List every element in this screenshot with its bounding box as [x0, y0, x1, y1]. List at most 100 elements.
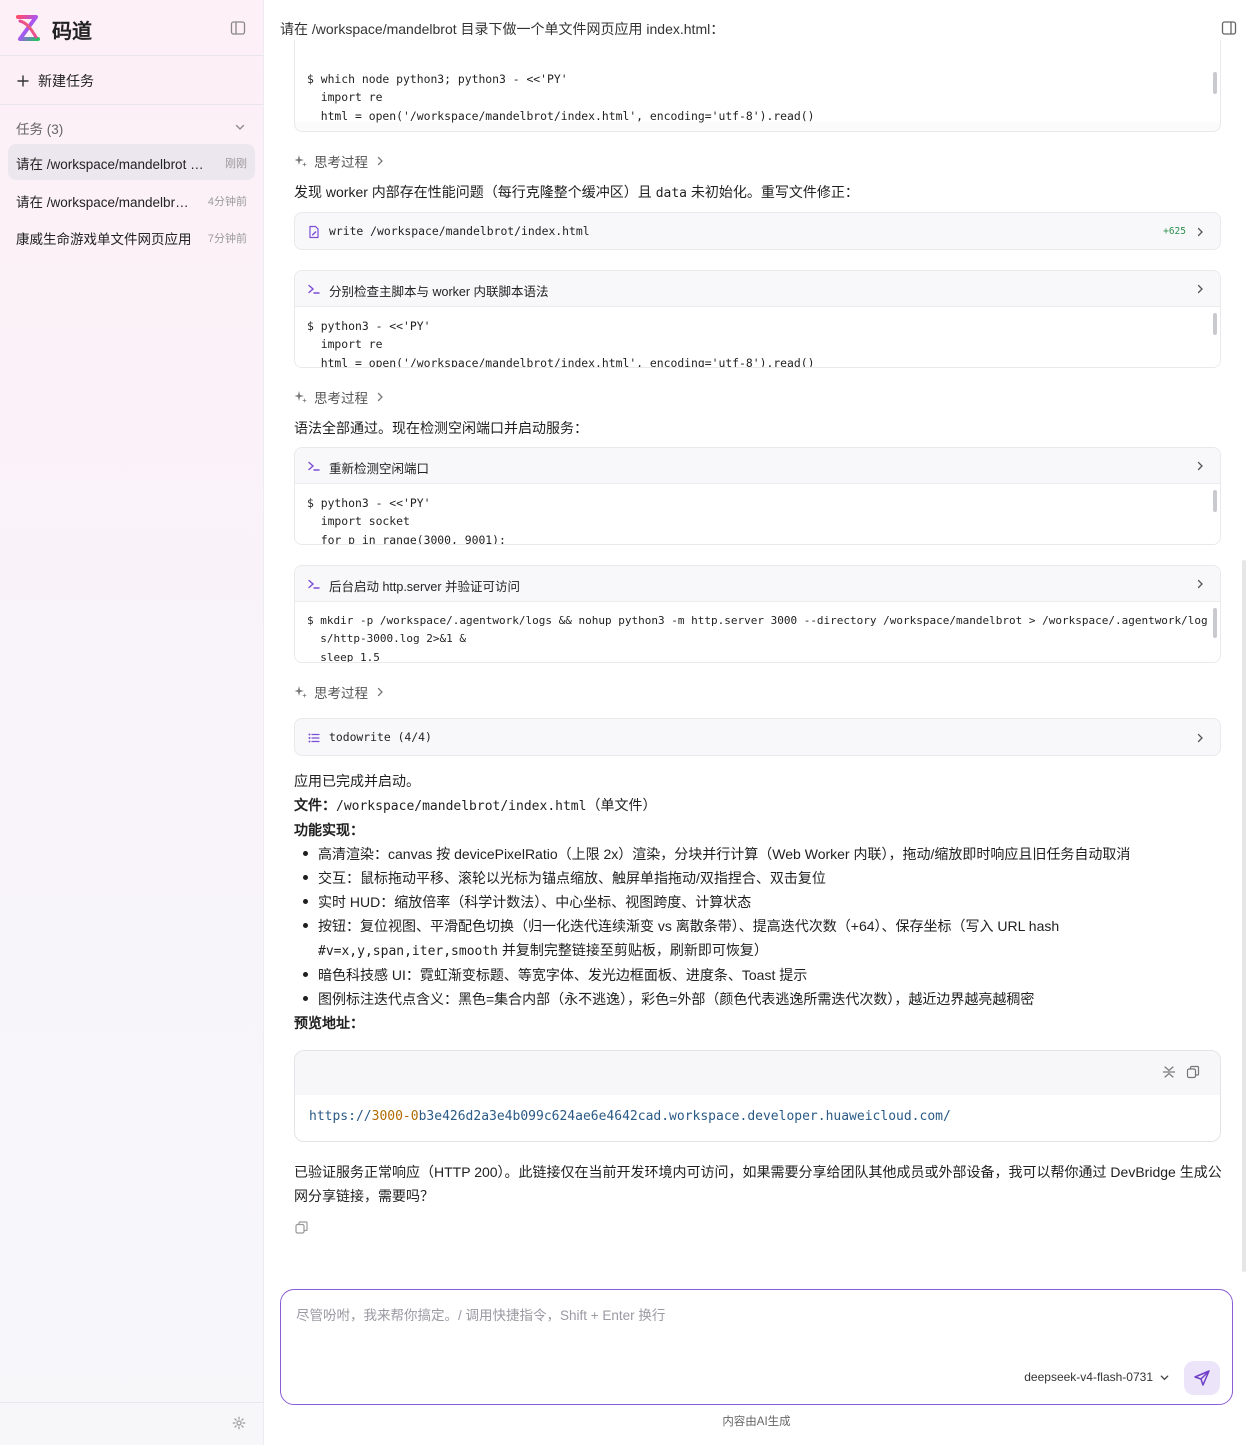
assistant-text: 语法全部通过。现在检测空闲端口并启动服务：	[294, 420, 588, 436]
task-title: 请在 /workspace/mandelbrot 目录下做一个单文件网页应用 i…	[16, 157, 206, 172]
summary-file: 文件：/workspace/mandelbrot/index.html（单文件）	[294, 797, 657, 814]
list-icon	[308, 733, 320, 743]
plus-icon	[17, 75, 29, 87]
chevron-right-icon	[1197, 461, 1203, 471]
sidebar-footer-divider	[0, 1402, 263, 1403]
new-task-button[interactable]: 新建任务	[16, 70, 94, 92]
gear-icon[interactable]	[232, 1416, 246, 1430]
thinking-toggle[interactable]: 思考过程	[294, 387, 386, 407]
write-file-label: write /workspace/mandelbrot/index.html	[329, 224, 590, 238]
chevron-right-icon	[377, 687, 383, 697]
tool-call-card: 重新检测空闲端口 $ python3 - <<'PY' import socke…	[294, 447, 1221, 545]
terminal-icon	[308, 579, 320, 589]
chevron-right-icon	[1197, 733, 1203, 743]
assistant-final-text: 已验证服务正常响应（HTTP 200）。此链接仅在当前开发环境内可访问，如果需要…	[294, 1164, 1222, 1204]
new-task-label: 新建任务	[38, 73, 94, 89]
assistant-text: 发现 worker 内部存在性能问题（每行克隆整个缓冲区）且 data 未初始化…	[294, 184, 859, 201]
panel-toggle-icon[interactable]	[1221, 20, 1237, 36]
feature-bullet: 暗色科技感 UI：霓虹渐变标题、等宽字体、发光边框面板、进度条、Toast 提示	[302, 967, 808, 983]
code-scrollbar[interactable]	[1213, 72, 1217, 94]
feature-bullet: 图例标注迭代点含义：黑色=集合内部（永不逃逸），彩色=外部（颜色代表逃逸所需迭代…	[302, 991, 1035, 1007]
ai-disclaimer: 内容由AI生成	[722, 1416, 791, 1428]
scrollbar[interactable]	[1242, 560, 1246, 1272]
sparkle-icon	[294, 391, 307, 403]
task-item[interactable]: 康威生命游戏单文件网页应用 7分钟前	[8, 219, 255, 255]
thinking-toggle[interactable]: 思考过程	[294, 151, 386, 171]
tool-call-header[interactable]: 重新检测空闲端口	[295, 448, 1220, 484]
thinking-label: 思考过程	[314, 155, 368, 170]
app-window: 码道 新建任务 任务 (3) 请在 /workspace/mandelbrot …	[0, 0, 1249, 1445]
code-block: $ which node python3; python3 - <<'PY' i…	[295, 40, 1220, 123]
task-time: 7分钟前	[207, 233, 247, 245]
code-block: $ mkdir -p /workspace/.agentwork/logs &&…	[295, 602, 1220, 662]
tool-call-header[interactable]: 后台启动 http.server 并验证可访问	[295, 566, 1220, 602]
tool-call-card: 后台启动 http.server 并验证可访问 $ mkdir -p /work…	[294, 565, 1221, 663]
terminal-icon	[308, 461, 320, 471]
tool-call-title: 分别检查主脚本与 worker 内联脚本语法	[329, 285, 549, 299]
task-item[interactable]: 请在 /workspace/mandelbrot 目录下做一个单文件网页应用 4…	[8, 182, 255, 218]
features-heading: 功能实现：	[294, 822, 364, 838]
send-icon	[1194, 1370, 1210, 1386]
chevron-down-icon	[1160, 1374, 1169, 1380]
copy-message-icon[interactable]	[294, 1220, 309, 1235]
message-input[interactable]	[296, 1304, 1196, 1344]
preview-heading: 预览地址：	[294, 1015, 364, 1031]
thinking-toggle[interactable]: 思考过程	[294, 682, 386, 702]
copy-icon[interactable]	[1186, 1065, 1200, 1079]
task-title: 康威生命游戏单文件网页应用	[16, 232, 192, 247]
brand-name: 码道	[52, 19, 92, 43]
summary-done: 应用已完成并启动。	[294, 773, 420, 789]
code-block: $ python3 - <<'PY' import re html = open…	[295, 307, 1220, 367]
task-title: 请在 /workspace/mandelbrot 目录下做一个单文件网页应用	[16, 195, 196, 210]
feature-bullet: 按钮：复位视图、平滑配色切换（归一化迭代连续渐变 vs 离散条带）、提高迭代次数…	[302, 918, 1060, 934]
code-scrollbar[interactable]	[1213, 313, 1217, 335]
feature-bullet-continued: #v=x,y,span,iter,smooth 并复制完整链接至剪贴板，刷新即可…	[318, 942, 768, 959]
sparkle-icon	[294, 686, 307, 698]
feature-bullet: 实时 HUD：缩放倍率（科学计数法）、中心坐标、视图跨度、计算状态	[302, 894, 752, 910]
composer: deepseek-v4-flash-0731	[280, 1289, 1233, 1405]
tasks-section-header[interactable]: 任务 (3)	[16, 118, 248, 138]
thinking-label: 思考过程	[314, 686, 368, 701]
tool-call-title: 后台启动 http.server 并验证可访问	[329, 580, 520, 594]
logo-icon	[16, 15, 40, 41]
chat-main: 请在 /workspace/mandelbrot 目录下做一个单文件网页应用 i…	[264, 0, 1249, 1445]
conversation-title: 请在 /workspace/mandelbrot 目录下做一个单文件网页应用 i…	[280, 21, 725, 37]
tool-call-header[interactable]: 分别检查主脚本与 worker 内联脚本语法	[295, 271, 1220, 307]
preview-url-block: https://3000-0b3e426d2a3e4b099c624ae6e46…	[294, 1050, 1221, 1142]
tasks-label: 任务 (3)	[16, 122, 64, 137]
sidebar-toggle-icon[interactable]	[230, 20, 246, 36]
chevron-down-icon	[235, 124, 245, 130]
file-edit-icon	[309, 225, 319, 239]
task-time: 刚刚	[225, 158, 247, 170]
tool-call-title: 重新检测空闲端口	[329, 462, 430, 476]
sidebar-header: 码道	[0, 0, 263, 56]
thinking-label: 思考过程	[314, 391, 368, 406]
task-item[interactable]: 请在 /workspace/mandelbrot 目录下做一个单文件网页应用 i…	[8, 144, 255, 180]
chevron-right-icon	[1197, 227, 1203, 237]
code-block: $ python3 - <<'PY' import socket for p i…	[295, 484, 1220, 544]
sparkle-icon	[294, 155, 307, 167]
sidebar-divider	[0, 104, 263, 105]
chevron-right-icon	[377, 392, 383, 402]
code-toolbar	[295, 1051, 1220, 1095]
send-button[interactable]	[1184, 1361, 1220, 1395]
code-scrollbar[interactable]	[1213, 608, 1217, 638]
preview-url-link[interactable]: https://3000-0b3e426d2a3e4b099c624ae6e46…	[309, 1109, 951, 1124]
sidebar: 码道 新建任务 任务 (3) 请在 /workspace/mandelbrot …	[0, 0, 264, 1445]
todo-card[interactable]: todowrite (4/4)	[294, 718, 1221, 756]
terminal-icon	[308, 284, 320, 294]
feature-bullet: 交互：鼠标拖动平移、滚轮以光标为锚点缩放、触屏单指拖动/双指捏合、双击复位	[303, 870, 826, 886]
feature-bullet: 高清渲染：canvas 按 devicePixelRatio（上限 2x）渲染，…	[302, 846, 1131, 862]
chevron-right-icon	[377, 156, 383, 166]
write-file-card[interactable]: write /workspace/mandelbrot/index.html +…	[294, 212, 1221, 250]
code-scrollbar[interactable]	[1213, 490, 1217, 512]
task-time: 4分钟前	[207, 196, 247, 208]
chevron-right-icon	[1197, 284, 1203, 294]
todo-label: todowrite (4/4)	[329, 730, 432, 744]
model-name: deepseek-v4-flash-0731	[1024, 1370, 1153, 1384]
collapse-icon[interactable]	[1162, 1065, 1176, 1079]
model-selector[interactable]: deepseek-v4-flash-0731	[1024, 1370, 1170, 1384]
diff-badge: +625	[1163, 226, 1186, 237]
tool-call-card: 分别检查主脚本与 worker 内联脚本语法 $ python3 - <<'PY…	[294, 270, 1221, 368]
chevron-right-icon	[1197, 579, 1203, 589]
